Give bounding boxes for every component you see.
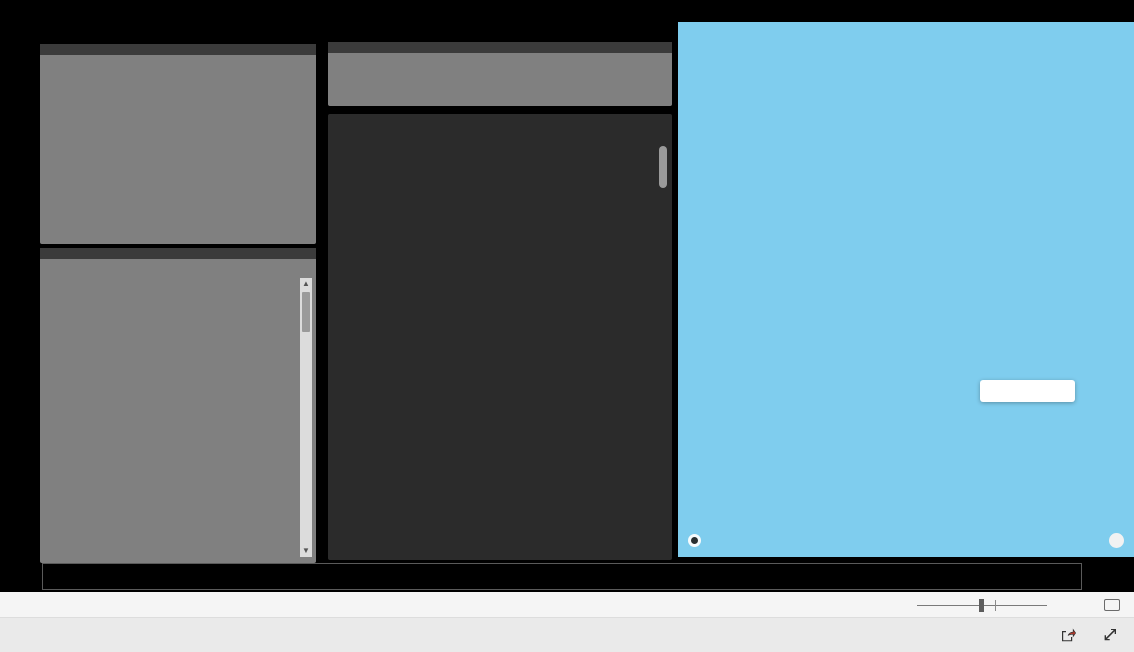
provincia-slicer-title xyxy=(40,44,316,55)
scroll-down-icon[interactable]: ▼ xyxy=(300,545,312,557)
corregimientos-options xyxy=(40,259,316,544)
comercios-table-visual xyxy=(328,114,672,560)
page-title xyxy=(30,6,326,42)
map-geometry xyxy=(678,22,1134,557)
comercios-table-scroll-area[interactable] xyxy=(334,140,654,554)
table-scrollbar[interactable] xyxy=(658,144,668,552)
categorias-options xyxy=(328,53,672,67)
zoom-slider-thumb[interactable] xyxy=(979,598,984,612)
zoom-slider-tick xyxy=(995,599,996,611)
zoom-toolbar xyxy=(0,592,1134,618)
report-footer xyxy=(0,618,1134,652)
categorias-slicer xyxy=(328,42,672,106)
center-column xyxy=(328,0,672,570)
corregimientos-slicer: ▲ ▼ xyxy=(40,248,316,563)
comercios-table-title xyxy=(328,114,672,123)
map-legend xyxy=(980,380,1075,402)
map-column xyxy=(672,0,1134,570)
mapbox-logo[interactable] xyxy=(688,534,704,547)
provincia-options xyxy=(40,55,316,73)
left-filters-column: ▲ ▼ xyxy=(30,0,326,570)
zoom-slider[interactable] xyxy=(917,598,1047,612)
map-info-icon[interactable] xyxy=(1109,533,1124,548)
share-icon[interactable] xyxy=(1060,627,1077,643)
fullscreen-icon[interactable] xyxy=(1102,627,1118,643)
corregimientos-slicer-title xyxy=(40,248,316,259)
provincia-slicer xyxy=(40,44,316,244)
map-title xyxy=(672,0,1134,7)
fit-to-page-icon[interactable] xyxy=(1104,599,1120,611)
status-bar xyxy=(42,563,1082,590)
table-scrollbar-thumb[interactable] xyxy=(659,146,667,188)
powerbi-report-canvas: ▲ ▼ xyxy=(0,0,1134,592)
corregimientos-scrollbar[interactable]: ▲ ▼ xyxy=(300,278,312,557)
categorias-slicer-title xyxy=(328,42,672,53)
scrollbar-thumb[interactable] xyxy=(302,292,310,332)
map-canvas[interactable] xyxy=(678,22,1134,557)
scroll-up-icon[interactable]: ▲ xyxy=(300,278,312,290)
mapbox-mark-icon xyxy=(688,534,701,547)
